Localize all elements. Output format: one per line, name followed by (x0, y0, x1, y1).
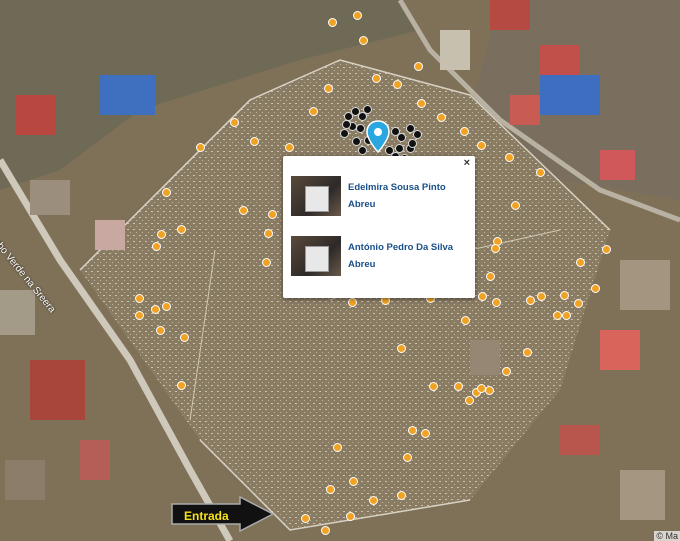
grave-marker[interactable] (526, 296, 535, 305)
grave-marker[interactable] (553, 311, 562, 320)
grave-marker[interactable] (152, 242, 161, 251)
grave-marker[interactable] (602, 245, 611, 254)
grave-marker[interactable] (156, 326, 165, 335)
grave-marker[interactable] (333, 443, 342, 452)
grave-marker[interactable] (230, 118, 239, 127)
grave-marker[interactable] (461, 316, 470, 325)
burial-entry[interactable]: António Pedro Da Silva Abreu (291, 236, 471, 276)
grave-marker[interactable] (372, 74, 381, 83)
grave-marker[interactable] (536, 168, 545, 177)
grave-cluster-marker[interactable] (340, 129, 349, 138)
grave-marker[interactable] (576, 258, 585, 267)
grave-marker[interactable] (301, 514, 310, 523)
grave-marker[interactable] (574, 299, 583, 308)
grave-marker[interactable] (262, 258, 271, 267)
grave-marker[interactable] (491, 244, 500, 253)
grave-marker[interactable] (397, 491, 406, 500)
grave-marker[interactable] (135, 311, 144, 320)
grave-marker[interactable] (492, 298, 501, 307)
grave-cluster-marker[interactable] (397, 133, 406, 142)
grave-marker[interactable] (560, 291, 569, 300)
grave-cluster-marker[interactable] (413, 130, 422, 139)
grave-marker[interactable] (353, 11, 362, 20)
grave-marker[interactable] (177, 225, 186, 234)
entrance-label: Entrada (184, 509, 229, 523)
grave-marker[interactable] (591, 284, 600, 293)
grave-marker[interactable] (502, 367, 511, 376)
location-pin-icon[interactable] (365, 120, 391, 154)
grave-marker[interactable] (454, 382, 463, 391)
grave-cluster-marker[interactable] (363, 105, 372, 114)
grave-marker[interactable] (250, 137, 259, 146)
grave-cluster-marker[interactable] (342, 120, 351, 129)
grave-marker[interactable] (397, 344, 406, 353)
grave-marker[interactable] (403, 453, 412, 462)
burial-name-link[interactable]: Edelmira Sousa Pinto Abreu (348, 179, 473, 213)
grave-marker[interactable] (429, 382, 438, 391)
burial-name-link[interactable]: António Pedro Da Silva Abreu (348, 239, 473, 273)
grave-marker[interactable] (511, 201, 520, 210)
info-popup: × Edelmira Sousa Pinto Abreu António Ped… (283, 156, 475, 298)
grave-marker[interactable] (180, 333, 189, 342)
grave-marker[interactable] (523, 348, 532, 357)
entrance-arrow-callout: Entrada (170, 496, 275, 532)
grave-cluster-marker[interactable] (356, 124, 365, 133)
grave-marker[interactable] (408, 426, 417, 435)
grave-marker[interactable] (359, 36, 368, 45)
grave-marker[interactable] (349, 477, 358, 486)
grave-cluster-marker[interactable] (352, 137, 361, 146)
grave-marker[interactable] (414, 62, 423, 71)
grave-marker[interactable] (162, 188, 171, 197)
grave-cluster-marker[interactable] (408, 139, 417, 148)
grave-marker[interactable] (477, 384, 486, 393)
grave-marker[interactable] (196, 143, 205, 152)
grave-marker[interactable] (478, 292, 487, 301)
grave-marker[interactable] (135, 294, 144, 303)
grave-marker[interactable] (348, 298, 357, 307)
map-attribution: © Ma (654, 531, 680, 541)
grave-marker[interactable] (328, 18, 337, 27)
grave-marker[interactable] (268, 210, 277, 219)
grave-marker[interactable] (393, 80, 402, 89)
grave-marker[interactable] (417, 99, 426, 108)
grave-marker[interactable] (369, 496, 378, 505)
close-icon[interactable]: × (464, 157, 470, 169)
grave-marker[interactable] (465, 396, 474, 405)
grave-marker[interactable] (437, 113, 446, 122)
grave-marker[interactable] (157, 230, 166, 239)
grave-marker[interactable] (324, 84, 333, 93)
grave-marker[interactable] (485, 386, 494, 395)
burial-entry[interactable]: Edelmira Sousa Pinto Abreu (291, 176, 471, 216)
grave-marker[interactable] (562, 311, 571, 320)
grave-marker[interactable] (177, 381, 186, 390)
map-view[interactable]: de Cabo Verde na Sreera × Edelmira Sousa… (0, 0, 680, 541)
grave-marker[interactable] (346, 512, 355, 521)
grave-marker[interactable] (537, 292, 546, 301)
grave-marker[interactable] (460, 127, 469, 136)
grave-marker[interactable] (151, 305, 160, 314)
grave-marker[interactable] (477, 141, 486, 150)
grave-photo-thumbnail[interactable] (291, 176, 341, 216)
grave-marker[interactable] (285, 143, 294, 152)
grave-marker[interactable] (264, 229, 273, 238)
grave-marker[interactable] (162, 302, 171, 311)
grave-marker[interactable] (505, 153, 514, 162)
grave-marker[interactable] (321, 526, 330, 535)
grave-photo-thumbnail[interactable] (291, 236, 341, 276)
grave-marker[interactable] (421, 429, 430, 438)
grave-marker[interactable] (486, 272, 495, 281)
grave-marker[interactable] (326, 485, 335, 494)
grave-marker[interactable] (309, 107, 318, 116)
grave-marker[interactable] (239, 206, 248, 215)
